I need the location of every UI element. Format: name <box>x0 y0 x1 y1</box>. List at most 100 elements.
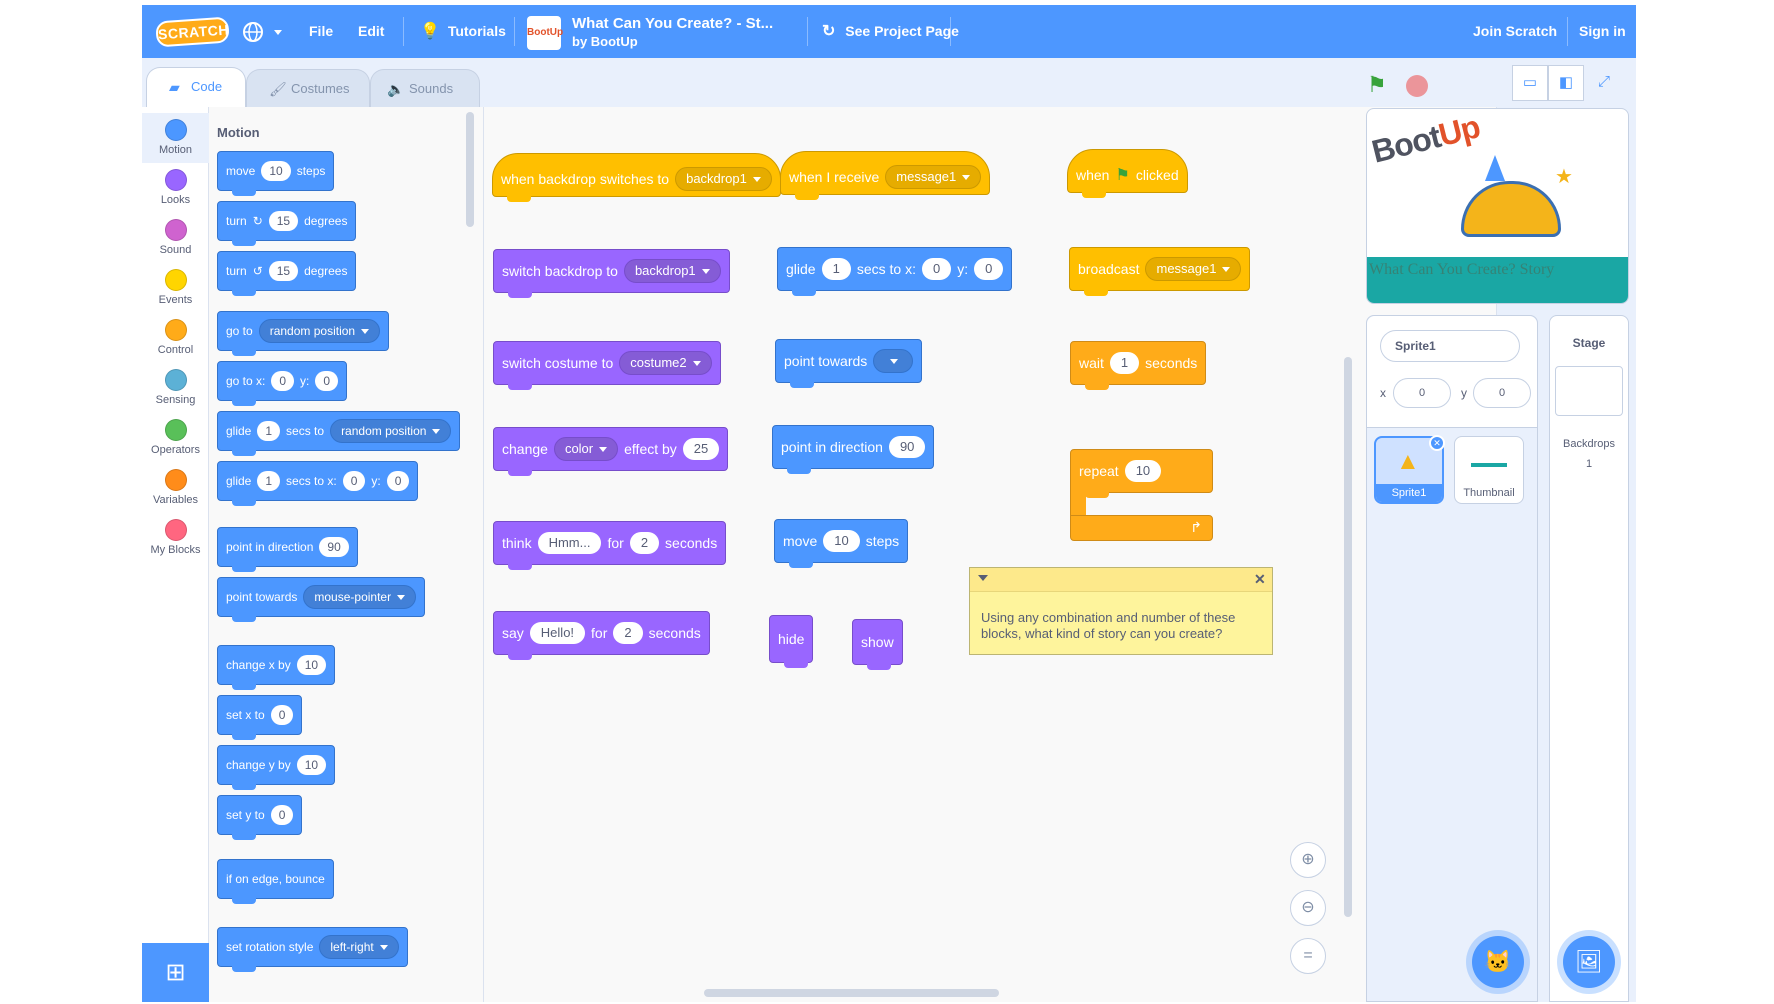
tab-costumes[interactable]: 🖌 Costumes <box>246 69 370 107</box>
block-dropdown[interactable]: color <box>553 437 619 461</box>
block-input[interactable]: 90 <box>888 436 926 458</box>
block-input[interactable]: 10 <box>261 161 291 181</box>
workspace-vertical-scrollbar[interactable] <box>1344 357 1352 917</box>
palette-rotation-style-block[interactable]: set rotation style left-right <box>217 927 408 972</box>
block-dropdown[interactable]: mouse-pointer <box>303 585 417 609</box>
change-effect-block[interactable]: change color effect by 25 <box>493 427 729 476</box>
language-menu[interactable] <box>242 5 282 58</box>
palette-move-block[interactable]: move 10 steps <box>217 151 335 196</box>
block-input[interactable]: 15 <box>268 261 299 281</box>
repeat-block-top[interactable]: repeat 10 <box>1070 449 1213 498</box>
palette-gotoxy-block[interactable]: go to x: 0 y: 0 <box>217 361 348 406</box>
delete-sprite-icon[interactable]: ✕ <box>1429 435 1445 451</box>
comment-text[interactable]: Using any combination and number of thes… <box>981 610 1266 642</box>
edit-menu[interactable]: Edit <box>358 5 384 58</box>
palette-point-towards-block[interactable]: point towards mouse-pointer <box>217 577 426 622</box>
point-towards-block[interactable]: point towards <box>775 339 923 388</box>
workspace-comment[interactable]: ✕ Using any combination and number of th… <box>969 567 1273 655</box>
block-input[interactable]: 2 <box>629 532 660 554</box>
block-input[interactable]: 15 <box>268 211 299 231</box>
choose-backdrop-button[interactable]: 🖼 <box>1563 936 1615 988</box>
point-direction-block[interactable]: point in direction 90 <box>772 425 935 474</box>
block-input[interactable]: 0 <box>342 471 366 491</box>
say-block[interactable]: say Hello! for 2 seconds <box>493 611 710 660</box>
block-dropdown[interactable] <box>873 349 914 373</box>
block-input[interactable]: 0 <box>270 805 294 825</box>
category-operators[interactable]: Operators <box>142 413 209 463</box>
broadcast-block[interactable]: broadcast message1 <box>1069 247 1251 296</box>
block-input[interactable]: 2 <box>613 622 643 644</box>
stage-thumbnail[interactable] <box>1555 366 1623 416</box>
sign-in-link[interactable]: Sign in <box>1579 5 1626 58</box>
block-input[interactable]: 90 <box>319 537 349 557</box>
block-input[interactable]: Hmm... <box>537 532 602 554</box>
scratch-logo[interactable]: SCRATCH <box>155 16 230 48</box>
palette-set-y-block[interactable]: set y to 0 <box>217 795 303 840</box>
close-icon[interactable]: ✕ <box>1254 571 1266 588</box>
block-input[interactable]: 10 <box>296 655 327 675</box>
block-input[interactable]: 0 <box>921 258 952 280</box>
file-menu[interactable]: File <box>309 5 333 58</box>
block-input[interactable]: 1 <box>821 258 851 280</box>
block-input[interactable]: 0 <box>386 471 410 491</box>
green-flag-button[interactable]: ⚑ <box>1367 72 1387 98</box>
category-my-blocks[interactable]: My Blocks <box>142 513 209 563</box>
sprite-name-field[interactable]: Sprite1 <box>1380 330 1520 362</box>
project-title[interactable]: What Can You Create? - St... <box>572 15 773 32</box>
block-input[interactable]: 25 <box>682 438 720 460</box>
tutorials-button[interactable]: 💡 Tutorials <box>420 5 506 58</box>
show-block[interactable]: show <box>852 619 903 670</box>
block-input[interactable]: 0 <box>974 258 1004 280</box>
tab-sounds[interactable]: 🔈 Sounds <box>370 69 480 107</box>
hide-block[interactable]: hide <box>769 615 814 668</box>
block-dropdown[interactable]: message1 <box>885 165 982 189</box>
category-control[interactable]: Control <box>142 313 209 363</box>
block-input[interactable]: Hello! <box>529 622 586 644</box>
x-field[interactable]: 0 <box>1393 378 1451 408</box>
palette-change-y-block[interactable]: change y by 10 <box>217 745 336 790</box>
palette-goto-block[interactable]: go to random position <box>217 311 390 356</box>
block-dropdown[interactable]: random position <box>258 319 381 343</box>
block-input[interactable]: 10 <box>823 530 860 552</box>
project-author[interactable]: by BootUp <box>572 34 638 49</box>
category-looks[interactable]: Looks <box>142 163 209 213</box>
zoom-reset-button[interactable]: = <box>1290 938 1326 974</box>
y-field[interactable]: 0 <box>1473 378 1531 408</box>
block-input[interactable]: 0 <box>271 371 295 391</box>
palette-bounce-block[interactable]: if on edge, bounce <box>217 859 334 904</box>
workspace-horizontal-scrollbar[interactable] <box>704 989 999 997</box>
stage-canvas[interactable]: BootUp ★ What Can You Create? Story <box>1366 108 1629 304</box>
category-motion[interactable]: Motion <box>142 113 209 163</box>
palette-point-direction-block[interactable]: point in direction 90 <box>217 527 358 572</box>
switch-backdrop-block[interactable]: switch backdrop to backdrop1 <box>493 249 730 298</box>
palette-change-x-block[interactable]: change x by 10 <box>217 645 336 690</box>
large-stage-button[interactable]: ◧ <box>1548 65 1584 101</box>
small-stage-button[interactable]: ▭ <box>1512 65 1548 101</box>
zoom-in-button[interactable]: ⊕ <box>1290 842 1326 878</box>
block-dropdown[interactable]: random position <box>330 419 452 443</box>
stop-button[interactable] <box>1406 75 1428 97</box>
block-input[interactable]: 0 <box>270 705 294 725</box>
glide-xy-block[interactable]: glide 1 secs to x: 0 y: 0 <box>777 247 1013 296</box>
block-input[interactable]: 10 <box>296 755 327 775</box>
move-steps-block[interactable]: move 10 steps <box>774 519 909 568</box>
block-input[interactable]: 1 <box>1109 352 1140 374</box>
when-backdrop-switches-hat[interactable]: when backdrop switches to backdrop1 <box>492 153 781 202</box>
block-dropdown[interactable]: left-right <box>319 935 399 959</box>
palette-set-x-block[interactable]: set x to 0 <box>217 695 303 740</box>
join-scratch-link[interactable]: Join Scratch <box>1473 5 1557 58</box>
palette-scrollbar[interactable] <box>466 112 474 227</box>
block-dropdown[interactable]: message1 <box>1145 257 1242 281</box>
when-i-receive-hat[interactable]: when I receive message1 <box>780 151 991 200</box>
sprite-tile[interactable]: Thumbnail <box>1454 436 1524 504</box>
add-extension-button[interactable]: ⊞ <box>142 943 209 1002</box>
zoom-out-button[interactable]: ⊖ <box>1290 890 1326 926</box>
block-dropdown[interactable]: costume2 <box>619 351 712 375</box>
block-dropdown[interactable]: backdrop1 <box>623 259 721 283</box>
fullscreen-button[interactable]: ⤢ <box>1586 65 1622 101</box>
palette-turn-right-block[interactable]: turn ↻ 15 degrees <box>217 201 357 246</box>
palette-turn-left-block[interactable]: turn ↺ 15 degrees <box>217 251 357 296</box>
block-input[interactable]: 1 <box>257 471 281 491</box>
sprite-tile[interactable]: ▲ ✕ Sprite1 <box>1374 435 1445 504</box>
wait-block[interactable]: wait 1 seconds <box>1070 341 1207 390</box>
